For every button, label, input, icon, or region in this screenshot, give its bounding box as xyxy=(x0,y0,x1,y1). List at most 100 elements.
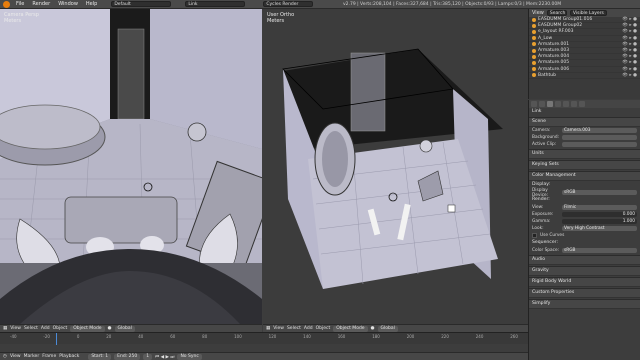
outliner-item-label: e_layout RF.003 xyxy=(538,29,574,35)
active-clip-label: Active Clip: xyxy=(532,142,557,147)
menu-object[interactable]: Object xyxy=(316,326,331,331)
menu-frame[interactable]: Frame xyxy=(42,354,56,359)
display-device-field[interactable]: sRGB xyxy=(562,189,637,196)
properties-tabs xyxy=(529,100,640,108)
view-transform-field[interactable]: Filmic xyxy=(562,204,637,211)
panel-header-scene[interactable]: Scene xyxy=(529,117,640,127)
left-3d-viewport[interactable]: Camera Persp Meters xyxy=(0,9,262,324)
end-frame-field[interactable]: End: 250 xyxy=(114,353,141,360)
outliner-item-label: Bathtub xyxy=(538,72,556,78)
outliner-item[interactable]: Bathtub 👁 ▸ ● xyxy=(529,73,640,79)
right-3d-viewport[interactable]: User Ortho Meters xyxy=(263,9,528,324)
camera-row: Camera: Camera.003 xyxy=(529,127,640,134)
scene-selector[interactable]: Link xyxy=(185,1,246,7)
exposure-label: Exposure: xyxy=(532,212,554,217)
menu-add[interactable]: Add xyxy=(304,326,313,331)
render-tab-icon[interactable] xyxy=(531,101,537,107)
visibility-icons[interactable]: 👁 ▸ ● xyxy=(622,54,640,59)
outliner-item-label: EASDUMM Group01.016 xyxy=(538,17,593,23)
menu-view[interactable]: View xyxy=(10,354,21,359)
look-field[interactable]: Very High Contrast xyxy=(562,225,637,232)
visibility-icons[interactable]: 👁 ▸ ● xyxy=(622,42,640,47)
outliner-tab-view[interactable]: View xyxy=(532,10,544,16)
editor-type-icon[interactable]: ◷ xyxy=(3,354,7,359)
camera-field[interactable]: Camera.003 xyxy=(562,127,637,134)
visibility-icons[interactable]: 👁 ▸ ● xyxy=(622,60,640,65)
view-transform-row: View: Filmic xyxy=(529,204,640,211)
tick-label: 40 xyxy=(138,334,144,339)
scene-tab-icon[interactable] xyxy=(547,101,553,107)
active-clip-field[interactable] xyxy=(562,141,637,148)
transform-orientation-selector[interactable]: Global xyxy=(114,325,135,332)
visibility-icons[interactable]: 👁 ▸ ● xyxy=(622,48,640,53)
view-transform-label: View: xyxy=(532,205,544,210)
panel-header-custom-properties[interactable]: Custom Properties xyxy=(529,288,640,298)
layers-tab-icon[interactable] xyxy=(539,101,545,107)
panel-header-gravity[interactable]: Gravity xyxy=(529,266,640,276)
object-tab-icon[interactable] xyxy=(563,101,569,107)
object-icon xyxy=(532,73,536,78)
screen-layout-selector[interactable]: Default xyxy=(111,1,172,7)
panel-header-keying-sets[interactable]: Keying Sets xyxy=(529,160,640,170)
menu-file[interactable]: File xyxy=(14,0,26,9)
menu-help[interactable]: Help xyxy=(84,0,99,9)
current-frame-indicator[interactable] xyxy=(56,333,57,345)
outliner-item-label: Armature.006 xyxy=(538,66,570,72)
editor-type-icon[interactable]: ▦ xyxy=(266,326,270,331)
shading-icon[interactable]: ● xyxy=(108,326,112,331)
render-engine-selector[interactable]: Cycles Render xyxy=(263,1,314,7)
tick-label: 100 xyxy=(234,334,242,339)
menu-view[interactable]: View xyxy=(10,326,21,331)
color-space-field[interactable]: sRGB xyxy=(562,247,637,254)
menu-marker[interactable]: Marker xyxy=(24,354,40,359)
background-field[interactable] xyxy=(562,134,637,141)
world-tab-icon[interactable] xyxy=(555,101,561,107)
panel-header-audio[interactable]: Audio xyxy=(529,255,640,265)
blender-logo-icon[interactable] xyxy=(3,0,10,8)
visibility-icons[interactable]: 👁 ▸ ● xyxy=(622,17,640,22)
menu-view[interactable]: View xyxy=(273,326,284,331)
menu-render[interactable]: Render xyxy=(30,0,52,9)
start-frame-field[interactable]: Start: 1 xyxy=(88,353,112,360)
menu-object[interactable]: Object xyxy=(53,326,68,331)
menu-window[interactable]: Window xyxy=(56,0,80,9)
visibility-icons[interactable]: 👁 ▸ ● xyxy=(622,67,640,72)
editor-type-icon[interactable]: ▦ xyxy=(3,326,7,331)
gamma-field[interactable]: 1.000 xyxy=(562,218,637,225)
sequencer-subheader: Sequencer: xyxy=(532,240,559,245)
constraints-tab-icon[interactable] xyxy=(571,101,577,107)
tick-label: 140 xyxy=(303,334,311,339)
use-curves-label: Use Curves xyxy=(540,233,565,238)
visibility-icons[interactable]: 👁 ▸ ● xyxy=(622,73,640,78)
object-icon xyxy=(532,23,536,28)
exposure-field[interactable]: 0.000 xyxy=(562,211,637,218)
shading-icon[interactable]: ● xyxy=(371,326,375,331)
outliner-display-mode-selector[interactable]: Visible Layers xyxy=(569,10,607,16)
exposure-row: Exposure: 0.000 xyxy=(529,211,640,218)
object-mode-selector[interactable]: Object Mode xyxy=(70,325,105,332)
sync-mode-selector[interactable]: No Sync xyxy=(177,353,202,360)
current-frame-field[interactable]: 1 xyxy=(143,353,153,360)
menu-add[interactable]: Add xyxy=(41,326,50,331)
visibility-icons[interactable]: 👁 ▸ ● xyxy=(622,29,640,34)
menu-select[interactable]: Select xyxy=(24,326,38,331)
tick-label: -20 xyxy=(43,334,50,339)
color-space-row: Color Space: sRGB xyxy=(529,247,640,254)
playback-controls-icon[interactable]: ⏮ ◀ ▶ ⏭ xyxy=(155,354,174,360)
use-curves-row: Use Curves xyxy=(529,232,640,239)
panel-header-units[interactable]: Units xyxy=(529,149,640,159)
outliner-search-input[interactable]: Search xyxy=(546,10,567,16)
menu-playback[interactable]: Playback xyxy=(59,354,79,359)
transform-orientation-selector[interactable]: Global xyxy=(377,325,398,332)
panel-header-rigid-body-world[interactable]: Rigid Body World xyxy=(529,277,640,287)
visibility-icons[interactable]: 👁 ▸ ● xyxy=(622,23,640,28)
panel-header-simplify[interactable]: Simplify xyxy=(529,299,640,309)
visibility-icons[interactable]: 👁 ▸ ● xyxy=(622,36,640,41)
object-icon xyxy=(532,17,536,22)
panel-header-color-management[interactable]: Color Management xyxy=(529,171,640,181)
use-curves-checkbox[interactable] xyxy=(532,233,537,238)
timeline-area[interactable]: -40 -20 0 20 40 60 80 100 120 140 160 18… xyxy=(0,332,528,345)
modifiers-tab-icon[interactable] xyxy=(579,101,585,107)
object-mode-selector[interactable]: Object Mode xyxy=(333,325,368,332)
menu-select[interactable]: Select xyxy=(287,326,301,331)
